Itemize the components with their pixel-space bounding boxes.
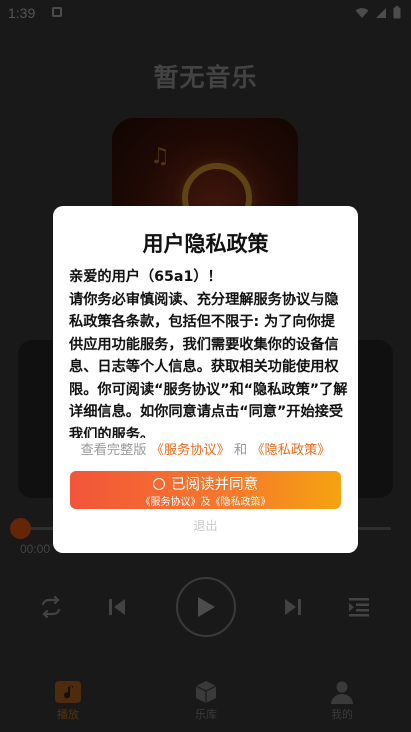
privacy-policy-link[interactable]: 《隐私政策》: [251, 443, 330, 458]
dialog-title: 用户隐私政策: [142, 232, 269, 256]
agree-sublabel: 《服务协议》及《隐私政策》: [140, 497, 271, 508]
agree-label: 已阅读并同意: [171, 477, 258, 493]
dialog-greeting: 亲爱的用户（65a1）！: [69, 269, 222, 285]
service-agreement-link[interactable]: 《服务协议》: [151, 443, 230, 458]
links-prefix: 查看完整版: [80, 443, 147, 458]
exit-button[interactable]: 退出: [53, 517, 358, 534]
privacy-dialog: 用户隐私政策 亲爱的用户（65a1）！ 请你务必审慎阅读、充分理解服务协议与隐私…: [53, 206, 358, 553]
agree-main: 已阅读并同意: [70, 473, 341, 494]
radio-circle-icon: [153, 477, 165, 490]
dialog-text: 请你务必审慎阅读、充分理解服务协议与隐私政策各条款，包括但不限于: 为了向你提供…: [69, 291, 348, 439]
agree-button[interactable]: 已阅读并同意 《服务协议》及《隐私政策》: [70, 471, 341, 509]
policy-links: 查看完整版 《服务协议》 和 《隐私政策》: [53, 439, 358, 458]
dialog-body[interactable]: 亲爱的用户（65a1）！ 请你务必审慎阅读、充分理解服务协议与隐私政策各条款，包…: [69, 266, 349, 438]
links-conjunction: 和: [233, 443, 248, 458]
